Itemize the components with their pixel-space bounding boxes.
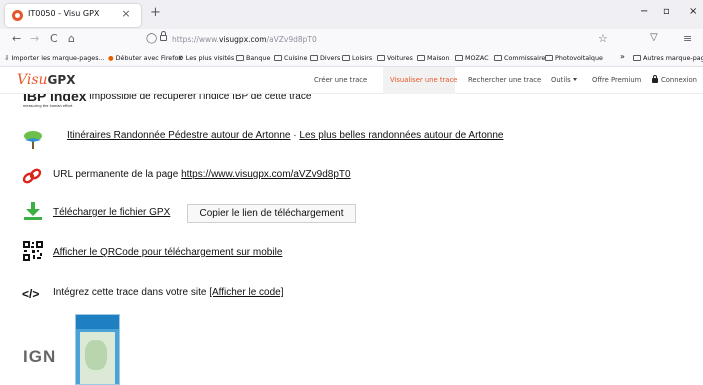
show-code-link[interactable]: [Afficher le code] bbox=[209, 287, 283, 298]
folder-icon bbox=[342, 55, 350, 61]
bookmark-folder-cuisine[interactable]: Cuisine bbox=[274, 54, 307, 62]
url-text[interactable]: https://www.visugpx.com/aVZv9d8pT0 bbox=[172, 35, 317, 44]
folder-icon bbox=[310, 55, 318, 61]
bookmark-star-icon[interactable]: ☆ bbox=[598, 32, 608, 45]
bookmarks-overflow-button[interactable]: » bbox=[620, 52, 625, 61]
qrcode-row: Afficher le QRCode pour téléchargement s… bbox=[53, 247, 282, 258]
bookmark-folder-loisirs[interactable]: Loisirs bbox=[342, 54, 372, 62]
bookmarks-toolbar: ⇩ Importer les marque-pages... ● Débuter… bbox=[0, 51, 703, 67]
tab-strip: IT0050 - Visu GPX × + − ▫ × bbox=[0, 0, 703, 29]
map-cover-thumbnail bbox=[80, 332, 115, 384]
folder-icon bbox=[236, 55, 244, 61]
download-row: Télécharger le fichier GPX bbox=[53, 207, 170, 218]
ibp-index-logo: IBP index bbox=[23, 94, 87, 104]
menu-view-trace[interactable]: Visualiser une trace bbox=[390, 76, 457, 84]
folder-icon bbox=[274, 55, 282, 61]
bookmark-firefox[interactable]: ● Débuter avec Firefox bbox=[108, 54, 182, 62]
bookmark-folder-commissaire[interactable]: Commissaire bbox=[494, 54, 545, 62]
site-header: VisuGPX Créer une trace Visualiser une t… bbox=[0, 67, 703, 94]
tab-title: IT0050 - Visu GPX bbox=[28, 9, 100, 18]
browser-tab[interactable]: IT0050 - Visu GPX × bbox=[5, 4, 141, 27]
menu-premium[interactable]: Offre Premium bbox=[592, 76, 641, 84]
bookmark-most-visited[interactable]: ⚙ Les plus visités bbox=[178, 54, 234, 62]
visugpx-logo[interactable]: VisuGPX bbox=[17, 72, 75, 88]
close-window-button[interactable]: × bbox=[689, 6, 697, 17]
link-chain-icon bbox=[22, 168, 42, 184]
ign-map-cover-image[interactable] bbox=[75, 314, 120, 385]
forward-button[interactable]: → bbox=[30, 32, 39, 45]
bookmark-folder-voitures[interactable]: Voitures bbox=[377, 54, 413, 62]
menu-create-trace[interactable]: Créer une trace bbox=[314, 76, 367, 84]
bookmark-folder-mozac[interactable]: MOZAC bbox=[455, 54, 489, 62]
tracking-shield-icon[interactable]: ◯ bbox=[146, 33, 157, 44]
menu-tools[interactable]: Outils bbox=[551, 76, 577, 84]
permalink-url-link[interactable]: https://www.visugpx.com/aVZv9d8pT0 bbox=[181, 169, 351, 180]
bookmark-folder-banque[interactable]: Banque bbox=[236, 54, 270, 62]
permalink-label: URL permanente de la page bbox=[53, 169, 179, 180]
new-tab-button[interactable]: + bbox=[150, 5, 161, 20]
qrcode-link[interactable]: Afficher le QRCode pour téléchargement s… bbox=[53, 247, 282, 258]
ibp-message: Impossible de récupérer l'indice IBP de … bbox=[89, 94, 312, 102]
folder-icon bbox=[494, 55, 502, 61]
embed-row: Intégrez cette trace dans votre site [Af… bbox=[53, 287, 284, 298]
bookmark-folder-photovoltaique[interactable]: Photovoltaïque bbox=[545, 54, 603, 62]
bookmark-folder-divers[interactable]: Divers bbox=[310, 54, 340, 62]
menu-login[interactable]: Connexion bbox=[652, 75, 697, 84]
tab-close-button[interactable]: × bbox=[119, 7, 133, 20]
chevron-down-icon bbox=[572, 78, 577, 81]
minimize-button[interactable]: − bbox=[640, 6, 648, 17]
code-embed-icon: </> bbox=[22, 287, 40, 301]
download-arrow-icon bbox=[24, 202, 42, 220]
itineraries-row: Itinéraires Randonnée Pédestre autour de… bbox=[67, 130, 503, 141]
bookmark-folder-other[interactable]: Autres marque-pages bbox=[633, 54, 703, 62]
folder-icon bbox=[633, 55, 641, 61]
ibp-tagline: measuring the human effort bbox=[23, 104, 73, 108]
app-menu-button[interactable]: ≡ bbox=[683, 32, 692, 45]
qrcode-icon bbox=[23, 241, 43, 261]
signpost-tree-icon bbox=[24, 131, 42, 149]
folder-icon bbox=[377, 55, 385, 61]
pocket-icon[interactable]: ▽ bbox=[650, 32, 658, 43]
bookmark-folder-maison[interactable]: Maison bbox=[417, 54, 450, 62]
embed-text: Intégrez cette trace dans votre site bbox=[53, 287, 207, 298]
firefox-icon: ● bbox=[108, 54, 116, 62]
reload-button[interactable]: C bbox=[50, 32, 58, 45]
back-button[interactable]: ← bbox=[12, 32, 21, 45]
gear-icon: ⚙ bbox=[178, 54, 186, 62]
page-content: IBP index measuring the human effort Imp… bbox=[0, 94, 703, 385]
ign-logo: IGN bbox=[23, 347, 57, 366]
bookmark-import[interactable]: ⇩ Importer les marque-pages... bbox=[4, 54, 105, 62]
folder-icon bbox=[455, 55, 463, 61]
folder-icon bbox=[545, 55, 553, 61]
menu-search-trace[interactable]: Rechercher une trace bbox=[468, 76, 541, 84]
permalink-row: URL permanente de la page https://www.vi… bbox=[53, 169, 351, 180]
home-button[interactable]: ⌂ bbox=[68, 32, 75, 45]
lock-icon[interactable] bbox=[160, 31, 167, 41]
map-cover-header bbox=[76, 315, 119, 329]
itineraries-link[interactable]: Itinéraires Randonnée Pédestre autour de… bbox=[67, 130, 291, 141]
lock-icon bbox=[652, 75, 658, 83]
copy-download-link-button[interactable]: Copier le lien de téléchargement bbox=[187, 204, 356, 223]
download-gpx-link[interactable]: Télécharger le fichier GPX bbox=[53, 207, 170, 218]
navigation-toolbar: ← → C ⌂ ◯ https://www.visugpx.com/aVZv9d… bbox=[0, 29, 703, 51]
best-hikes-link[interactable]: Les plus belles randonnées autour de Art… bbox=[299, 130, 503, 141]
site-favicon-icon bbox=[12, 10, 23, 21]
folder-icon bbox=[417, 55, 425, 61]
itineraries-separator: · bbox=[293, 130, 297, 141]
maximize-button[interactable]: ▫ bbox=[663, 6, 670, 17]
url-bar[interactable]: ◯ https://www.visugpx.com/aVZv9d8pT0 ☆ bbox=[138, 31, 621, 49]
